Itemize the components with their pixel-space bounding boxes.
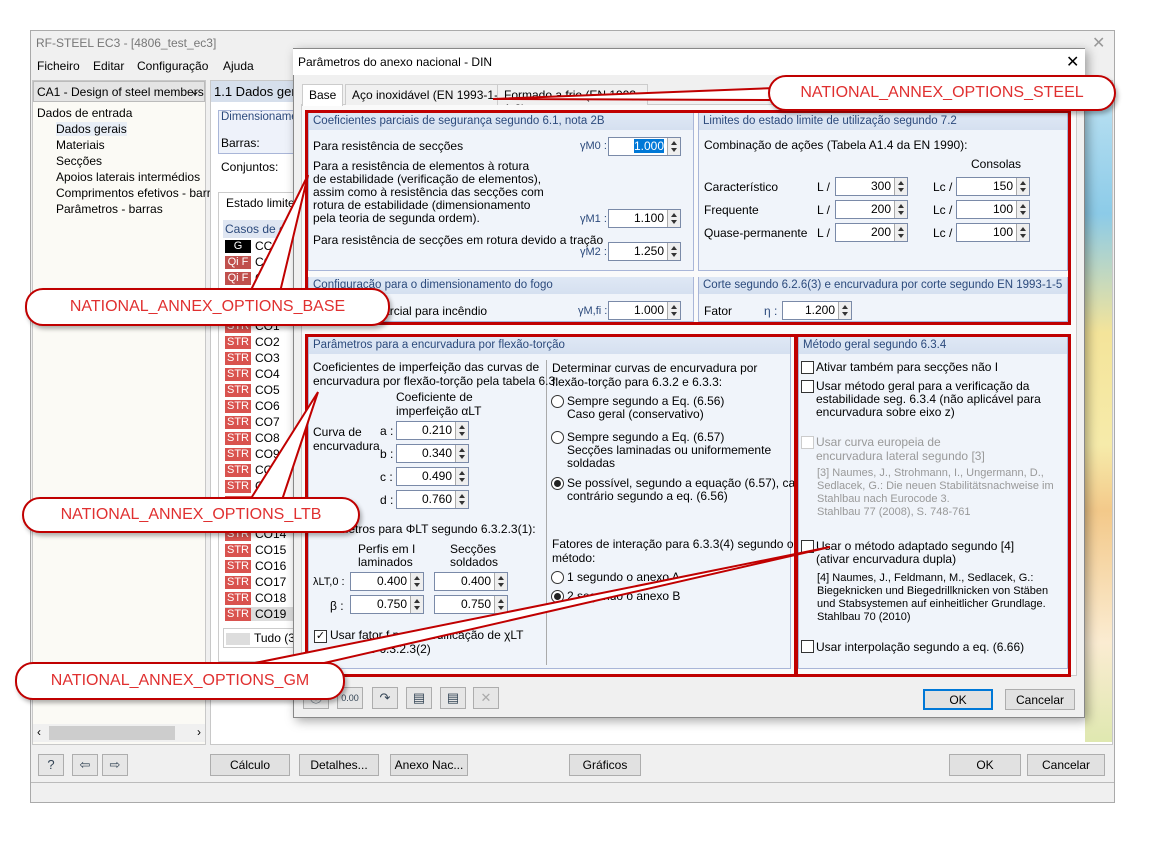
callout-steel: NATIONAL_ANNEX_OPTIONS_STEEL <box>768 75 1116 111</box>
ltb-pointer <box>248 391 319 501</box>
steel-pointer <box>492 86 776 102</box>
callout-gm: NATIONAL_ANNEX_OPTIONS_GM <box>15 662 345 700</box>
gm-pointer <box>238 546 831 682</box>
base-pointer <box>248 174 309 293</box>
callout-base: NATIONAL_ANNEX_OPTIONS_BASE <box>25 288 390 326</box>
callout-pointers <box>238 86 831 682</box>
callout-ltb: NATIONAL_ANNEX_OPTIONS_LTB <box>22 497 360 533</box>
